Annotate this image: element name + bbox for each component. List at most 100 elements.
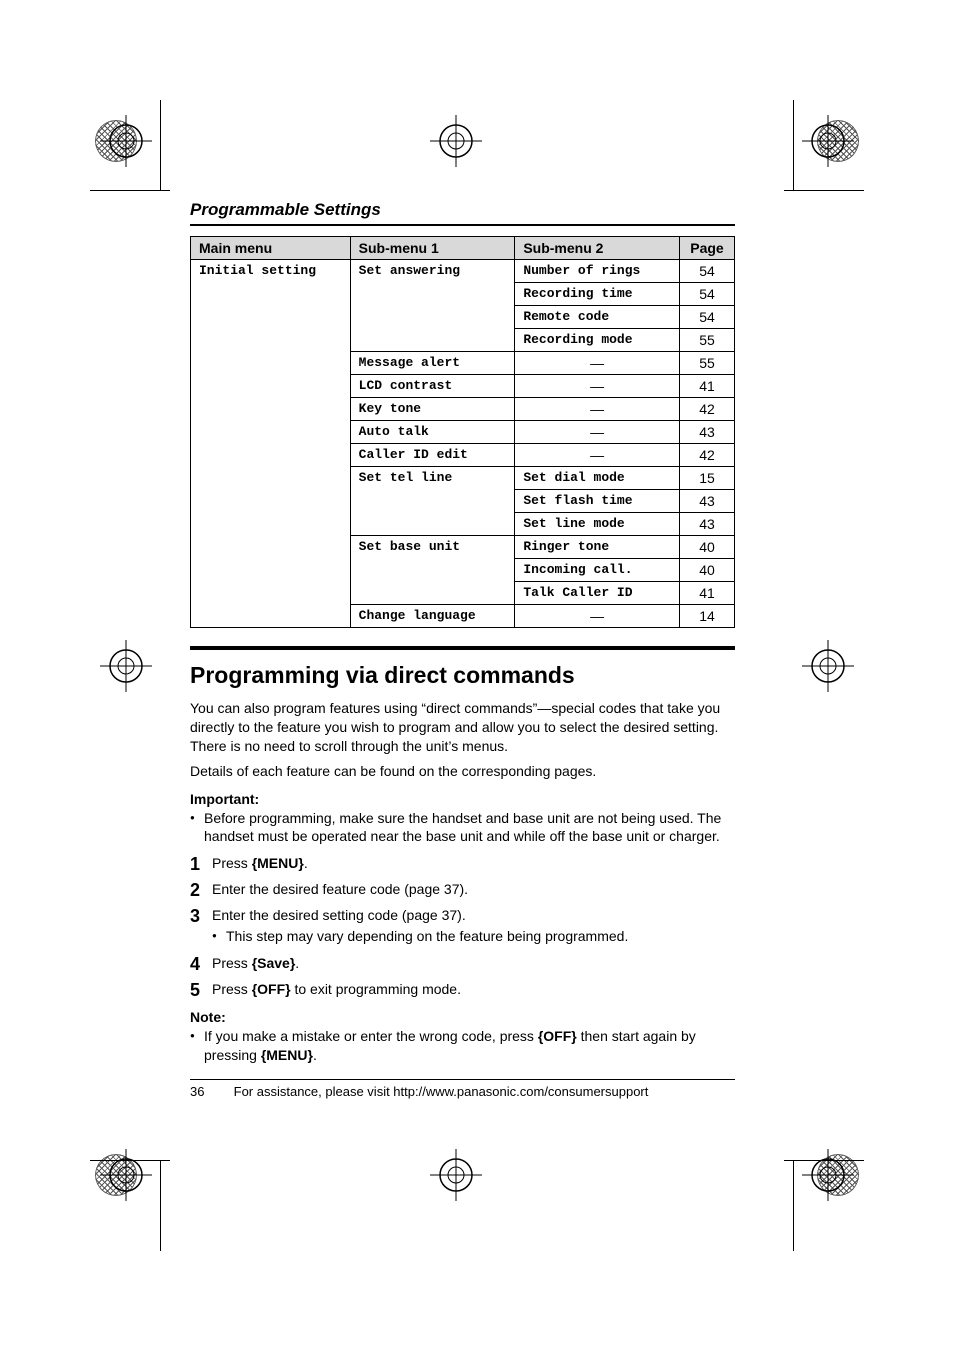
- off-key-2: {OFF}: [538, 1028, 577, 1044]
- cell-submenu-2: Set flash time: [515, 490, 680, 513]
- cell-submenu-2: —: [515, 398, 680, 421]
- step-2: Enter the desired feature code (page 37)…: [190, 880, 735, 900]
- crop-line: [784, 190, 864, 191]
- step-3-text: Enter the desired setting code (page 37)…: [212, 907, 466, 923]
- cell-submenu-2: Ringer tone: [515, 536, 680, 559]
- cell-submenu-2: Recording time: [515, 283, 680, 306]
- intro-paragraph-1: You can also program features using “dir…: [190, 699, 735, 756]
- print-regmark-tr: [802, 115, 854, 167]
- crop-line: [90, 190, 170, 191]
- cell-page: 54: [679, 306, 734, 329]
- print-regmark-tl: [100, 115, 152, 167]
- cell-submenu-1: Message alert: [350, 352, 515, 375]
- cell-page: 15: [679, 467, 734, 490]
- crop-line: [160, 1161, 161, 1251]
- crop-line: [793, 100, 794, 190]
- cell-submenu-1: Caller ID edit: [350, 444, 515, 467]
- print-regmark-br: [802, 1149, 854, 1201]
- cell-page: 41: [679, 375, 734, 398]
- cell-page: 14: [679, 605, 734, 628]
- step-5-text-a: Press: [212, 981, 252, 997]
- intro-paragraph-2: Details of each feature can be found on …: [190, 762, 735, 781]
- cell-page: 42: [679, 398, 734, 421]
- print-mark-hash-tl: [95, 120, 137, 162]
- print-regmark-bl: [100, 1149, 152, 1201]
- cell-submenu-2: —: [515, 444, 680, 467]
- cell-submenu-2: Incoming call.: [515, 559, 680, 582]
- cell-page: 43: [679, 421, 734, 444]
- step-4: Press {Save}.: [190, 954, 735, 974]
- cell-page: 41: [679, 582, 734, 605]
- cell-page: 55: [679, 352, 734, 375]
- cell-submenu-1: Change language: [350, 605, 515, 628]
- page-content: Programmable Settings Main menu Sub-menu…: [190, 200, 735, 1099]
- cell-page: 40: [679, 536, 734, 559]
- print-mark-hash-br: [817, 1154, 859, 1196]
- cell-page: 42: [679, 444, 734, 467]
- step-3-subbullet: This step may vary depending on the feat…: [212, 927, 735, 946]
- cell-submenu-2: Talk Caller ID: [515, 582, 680, 605]
- table-header-row: Main menu Sub-menu 1 Sub-menu 2 Page: [191, 237, 735, 260]
- cell-submenu-1: Key tone: [350, 398, 515, 421]
- table-row: Initial settingSet answeringNumber of ri…: [191, 260, 735, 283]
- cell-submenu-2: Set line mode: [515, 513, 680, 536]
- important-list: Before programming, make sure the handse…: [190, 809, 735, 847]
- step-3: Enter the desired setting code (page 37)…: [190, 906, 735, 946]
- cell-submenu-2: —: [515, 375, 680, 398]
- note-list: If you make a mistake or enter the wrong…: [190, 1027, 735, 1065]
- crop-line: [90, 1160, 170, 1161]
- print-regmark-tc: [430, 115, 482, 167]
- menu-key: {MENU}: [252, 855, 304, 871]
- double-rule: [190, 646, 735, 650]
- step-3-sublist: This step may vary depending on the feat…: [212, 927, 735, 946]
- cell-submenu-1: Set tel line: [350, 467, 515, 536]
- section-heading: Programming via direct commands: [190, 662, 735, 689]
- note-text-a: If you make a mistake or enter the wrong…: [204, 1028, 538, 1044]
- th-sub2: Sub-menu 2: [515, 237, 680, 260]
- cell-submenu-2: Remote code: [515, 306, 680, 329]
- cell-submenu-2: Set dial mode: [515, 467, 680, 490]
- step-4-text-a: Press: [212, 955, 252, 971]
- print-mark-hash-bl: [95, 1154, 137, 1196]
- cell-page: 40: [679, 559, 734, 582]
- th-main: Main menu: [191, 237, 351, 260]
- important-bullet: Before programming, make sure the handse…: [190, 809, 735, 847]
- step-4-text-b: .: [295, 955, 299, 971]
- print-regmark-ml: [100, 640, 152, 692]
- print-regmark-bc: [430, 1149, 482, 1201]
- cell-submenu-1: Auto talk: [350, 421, 515, 444]
- off-key: {OFF}: [252, 981, 291, 997]
- note-label: Note:: [190, 1009, 735, 1025]
- menu-key-2: {MENU}: [261, 1047, 313, 1063]
- cell-submenu-1: Set answering: [350, 260, 515, 352]
- cell-page: 54: [679, 283, 734, 306]
- cell-page: 43: [679, 513, 734, 536]
- cell-submenu-2: Recording mode: [515, 329, 680, 352]
- th-page: Page: [679, 237, 734, 260]
- page-number: 36: [190, 1084, 230, 1099]
- step-5-text-b: to exit programming mode.: [291, 981, 461, 997]
- cell-submenu-2: —: [515, 421, 680, 444]
- cell-main-menu: Initial setting: [191, 260, 351, 628]
- important-label: Important:: [190, 791, 735, 807]
- print-mark-hash-tr: [817, 120, 859, 162]
- section-rule: [190, 224, 735, 226]
- note-bullet: If you make a mistake or enter the wrong…: [190, 1027, 735, 1065]
- th-sub1: Sub-menu 1: [350, 237, 515, 260]
- section-title: Programmable Settings: [190, 200, 735, 220]
- cell-submenu-2: Number of rings: [515, 260, 680, 283]
- footer-assist-text: For assistance, please visit http://www.…: [234, 1084, 649, 1099]
- cell-page: 43: [679, 490, 734, 513]
- save-key: {Save}: [252, 955, 296, 971]
- cell-submenu-1: Set base unit: [350, 536, 515, 605]
- footer-rule: [190, 1079, 735, 1080]
- crop-line: [793, 1161, 794, 1251]
- cell-submenu-1: LCD contrast: [350, 375, 515, 398]
- steps-list: Press {MENU}. Enter the desired feature …: [190, 854, 735, 999]
- cell-page: 55: [679, 329, 734, 352]
- note-text-c: .: [313, 1047, 317, 1063]
- step-1: Press {MENU}.: [190, 854, 735, 874]
- cell-submenu-2: —: [515, 605, 680, 628]
- crop-line: [160, 100, 161, 190]
- print-regmark-mr: [802, 640, 854, 692]
